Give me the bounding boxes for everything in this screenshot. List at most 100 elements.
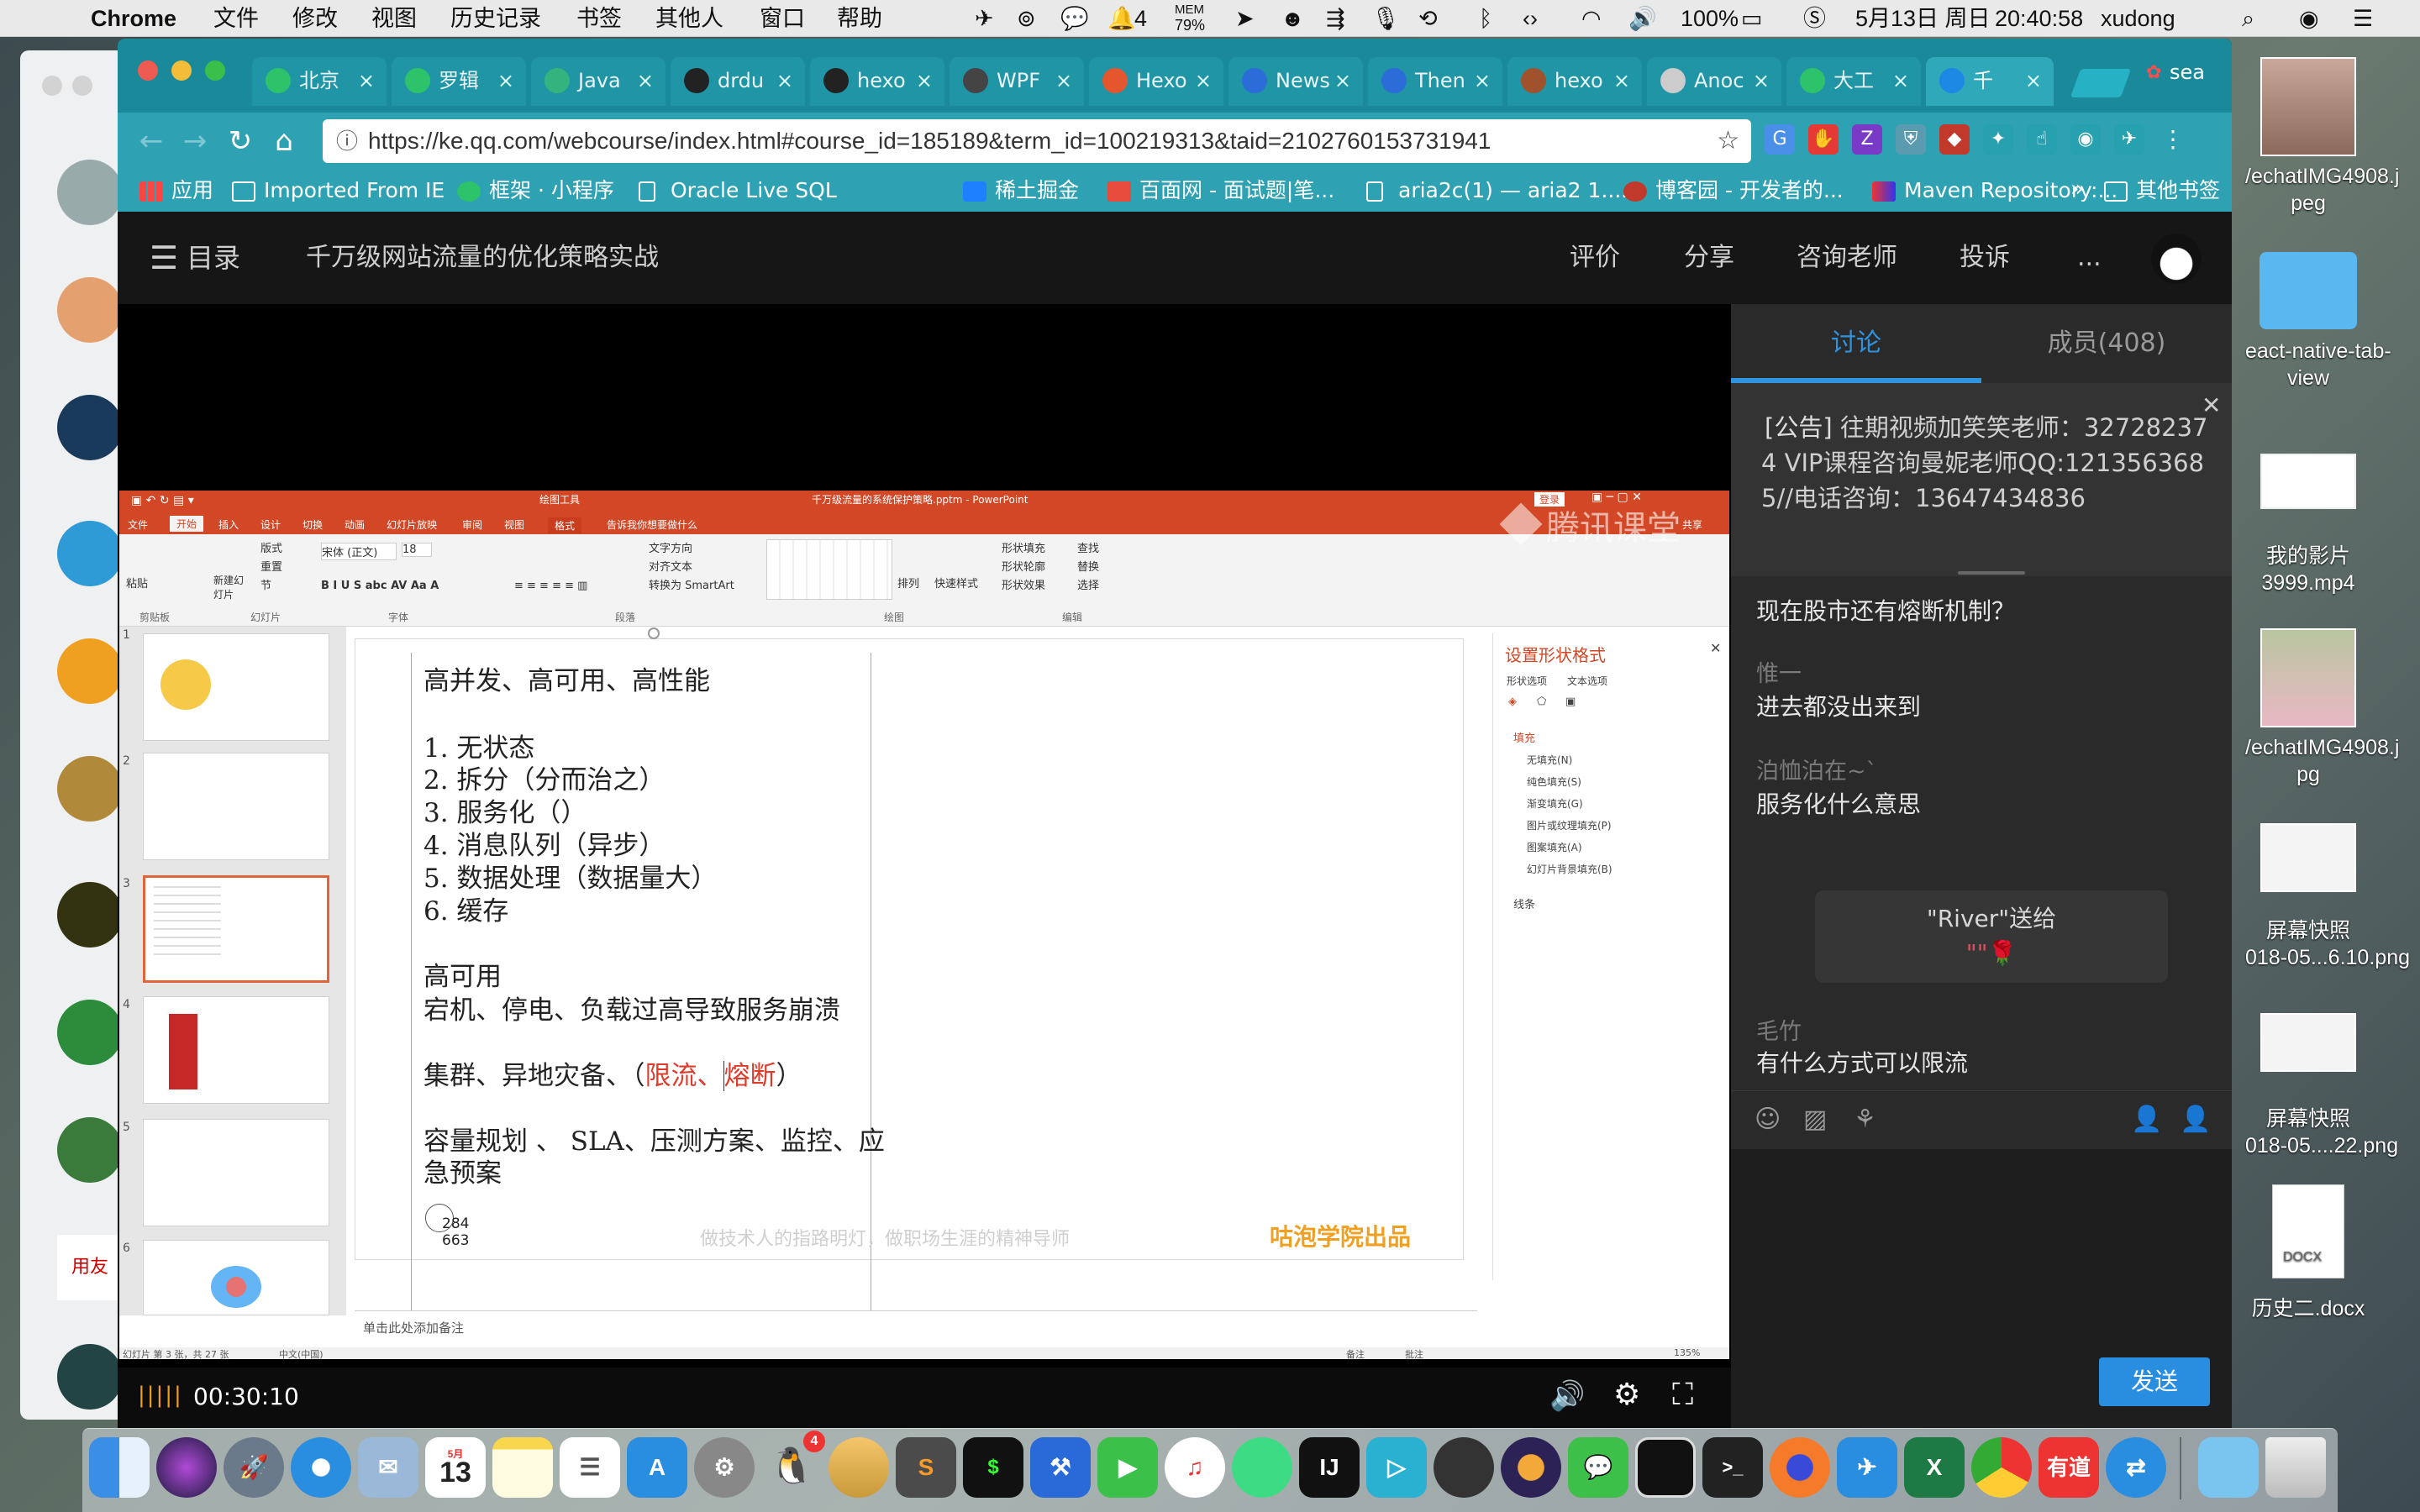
excel-icon[interactable]: X [1904, 1437, 1965, 1498]
browser-tab[interactable]: News × [1228, 57, 1363, 106]
home-button[interactable]: ⌂ [266, 123, 302, 160]
complain-button[interactable]: 投诉 [1960, 237, 2010, 279]
user-avatar[interactable] [2151, 234, 2202, 284]
safari-icon[interactable] [291, 1437, 351, 1498]
avatar[interactable] [57, 638, 123, 704]
desktop-file-screenshot[interactable]: 屏幕快照 018-05...6.10.png [2245, 823, 2410, 971]
bookmark-juejin[interactable]: 稀土掘金 [963, 175, 1079, 207]
bookmark-aria2[interactable]: aria2c(1) — aria2 1.... [1366, 175, 1628, 207]
volume-icon[interactable]: 🔊 [1549, 1379, 1585, 1413]
xcode-icon[interactable]: ⚒ [1030, 1437, 1091, 1498]
hand-extension-icon[interactable]: ☝ [2027, 124, 2057, 155]
forward-button[interactable]: → [176, 123, 213, 160]
browser-tab[interactable]: hexo × [810, 57, 944, 106]
terminal-icon[interactable]: $ [963, 1437, 1023, 1498]
arrows-icon[interactable]: ⇶ [1326, 3, 1345, 34]
fullscreen-icon[interactable]: ⛶ [1672, 1378, 1693, 1413]
microphone-icon[interactable]: 🎙 [1371, 3, 1400, 34]
infuse-icon[interactable]: ▷ [1366, 1437, 1427, 1498]
bird-extension-icon[interactable]: ✈ [2114, 124, 2144, 155]
avatar[interactable] [57, 277, 123, 343]
finder-icon[interactable] [89, 1437, 150, 1498]
wifi-icon[interactable]: ◠ [1581, 3, 1602, 34]
firefox-icon[interactable] [1770, 1437, 1830, 1498]
eclipse-icon[interactable] [1501, 1437, 1561, 1498]
desktop-file-screenshot[interactable]: 屏幕快照 018-05....22.png [2245, 1013, 2398, 1159]
user-name[interactable]: xudong [2101, 3, 2175, 34]
trash-icon[interactable] [2265, 1437, 2326, 1498]
cmd-terminal-icon[interactable]: >_ [1702, 1437, 1763, 1498]
notes-icon[interactable] [492, 1437, 553, 1498]
alien-icon[interactable]: ☻ [1281, 3, 1304, 34]
paper-plane-icon[interactable]: ➤ [1235, 3, 1255, 34]
tab-close-icon[interactable]: × [1613, 57, 1630, 104]
tab-close-icon[interactable]: × [637, 57, 654, 104]
tab-close-icon[interactable]: × [916, 57, 933, 104]
mail2-icon[interactable]: ✈ [1837, 1437, 1897, 1498]
translate-extension-icon[interactable]: G [1765, 124, 1795, 155]
clock-time[interactable]: 20:40:58 [1995, 3, 2083, 34]
menu-people[interactable]: 其他人 [655, 3, 723, 34]
browser-tab[interactable]: 北京 × [252, 57, 387, 106]
browser-tab[interactable]: drdu × [671, 57, 805, 106]
spotlight-icon[interactable]: ⌕ [2242, 3, 2254, 34]
avatar[interactable] [57, 1117, 123, 1183]
browser-tab[interactable]: Java × [531, 57, 666, 106]
profile-name[interactable]: sea [2170, 60, 2205, 84]
tab-close-icon[interactable]: × [1334, 57, 1351, 104]
search-circle-icon[interactable]: ⊚ [1017, 3, 1036, 34]
browser-tab[interactable]: Then × [1368, 57, 1502, 106]
bookmark-cnblogs[interactable]: 博客园 - 开发者的... [1623, 175, 1844, 207]
avatar[interactable] [57, 160, 123, 225]
browser-tab[interactable]: 大工 × [1786, 57, 1921, 106]
avatar[interactable] [57, 1000, 123, 1065]
desktop-file-image[interactable]: /echatIMG4908.j pg [2245, 628, 2399, 788]
send-button[interactable]: 发送 [2099, 1357, 2210, 1406]
announcement-close-icon[interactable]: ✕ [2202, 388, 2221, 423]
volume-bars-icon[interactable]: ||||| [138, 1383, 183, 1408]
menu-help[interactable]: 帮助 [837, 3, 882, 34]
more-button[interactable]: ... [2077, 237, 2102, 279]
desktop-file-image[interactable]: /echatIMG4908.j peg [2245, 57, 2399, 217]
bookmark-folder-imported[interactable]: Imported From IE [232, 175, 445, 207]
menu-window[interactable]: 窗口 [760, 3, 805, 34]
eye-extension-icon[interactable]: ◉ [2070, 124, 2101, 155]
teamviewer-icon[interactable]: ⇄ [2106, 1437, 2166, 1498]
new-tab-button[interactable] [2070, 69, 2132, 97]
android-icon[interactable] [1232, 1437, 1292, 1498]
intellij-icon[interactable]: IJ [1299, 1437, 1360, 1498]
tab-close-icon[interactable]: × [1892, 57, 1909, 104]
java-avatar[interactable] [57, 395, 123, 460]
chrome-icon[interactable] [1971, 1437, 2032, 1498]
calendar-icon[interactable]: 5月 13 [425, 1437, 486, 1498]
share-button[interactable]: 分享 [1684, 237, 1734, 279]
code-arrows-icon[interactable]: ‹› [1523, 3, 1538, 34]
browser-tab[interactable]: Anoc × [1647, 57, 1781, 106]
reminders-icon[interactable]: ☰ [560, 1437, 620, 1498]
bluetooth-icon[interactable]: ᛒ [1479, 3, 1492, 34]
window-minimize-button[interactable] [171, 60, 192, 81]
rate-button[interactable]: 评价 [1570, 237, 1620, 279]
bookmark-star-icon[interactable]: ☆ [1710, 119, 1739, 163]
emoji-icon[interactable]: ☺ [1754, 1105, 1781, 1134]
menu-file[interactable]: 文件 [213, 3, 259, 34]
avatar[interactable] [57, 756, 123, 822]
battery-icon[interactable]: ▭ [1741, 3, 1763, 34]
tab-close-icon[interactable]: × [1195, 57, 1212, 104]
browser-tab[interactable]: WPF × [950, 57, 1084, 106]
consult-teacher-button[interactable]: 咨询老师 [1797, 237, 1897, 279]
avatar[interactable]: 用友 [57, 1235, 123, 1300]
tab-close-icon[interactable]: × [1474, 57, 1491, 104]
tab-close-icon[interactable]: × [497, 57, 514, 104]
music-icon[interactable]: ♫ [1165, 1437, 1225, 1498]
tab-active[interactable]: 千 × [1926, 57, 2054, 106]
extension-icon[interactable]: ◆ [1939, 124, 1970, 155]
desktop-file-docx[interactable]: DOCX 历史二.docx [2245, 1184, 2371, 1322]
tab-close-icon[interactable]: × [2025, 57, 2042, 104]
youdao-icon[interactable]: 有道 [2039, 1437, 2099, 1498]
window-zoom-button[interactable] [205, 60, 225, 81]
chrome-menu-icon[interactable]: ⋮ [2158, 124, 2188, 155]
profile-icon[interactable]: ✿ [2146, 62, 2161, 83]
browser-tab[interactable]: 罗辑 × [392, 57, 526, 106]
avatar[interactable] [57, 521, 123, 586]
